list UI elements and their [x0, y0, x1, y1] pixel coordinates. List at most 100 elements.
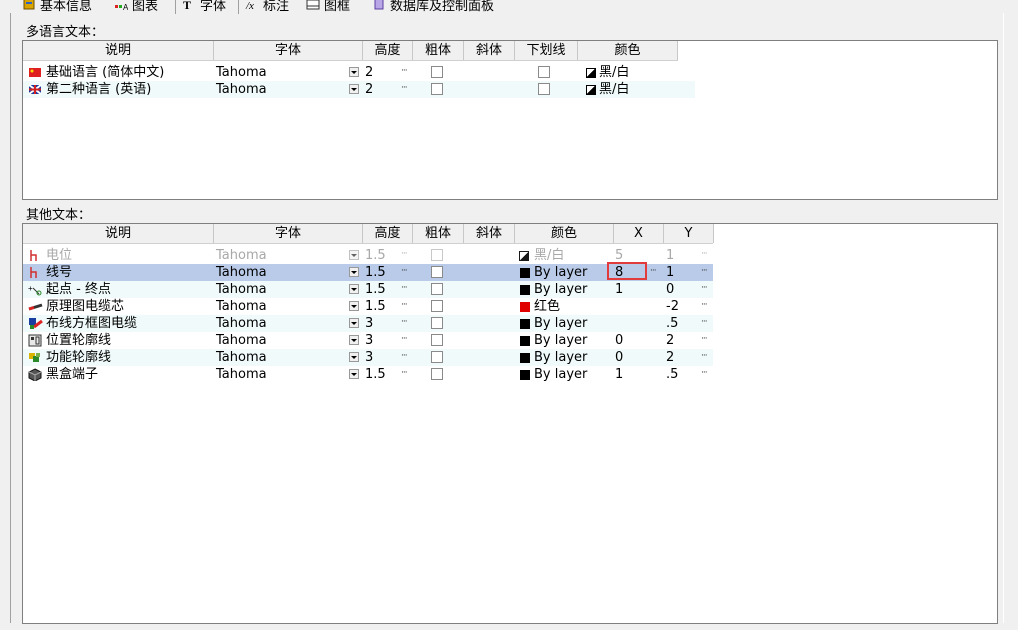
- other-y[interactable]: 1: [666, 247, 674, 264]
- other-font[interactable]: Tahoma: [216, 332, 267, 349]
- font-dropdown-icon[interactable]: [349, 250, 359, 260]
- other-color[interactable]: By layer: [534, 264, 587, 281]
- other-color[interactable]: By layer: [534, 332, 587, 349]
- tab-basic-info[interactable]: 基本信息: [22, 0, 92, 14]
- font-dropdown-icon[interactable]: [349, 335, 359, 345]
- other-color[interactable]: 黑/白: [534, 247, 564, 264]
- col-header-height[interactable]: 高度: [363, 224, 413, 243]
- bold-checkbox[interactable]: [431, 283, 443, 295]
- other-x[interactable]: 0: [615, 332, 623, 349]
- other-x[interactable]: 1: [615, 281, 623, 298]
- font-dropdown-icon[interactable]: [349, 369, 359, 379]
- other-x[interactable]: 1: [615, 366, 623, 383]
- tab-chart[interactable]: A 图表: [114, 0, 158, 14]
- other-font[interactable]: Tahoma: [216, 349, 267, 366]
- tab-frame[interactable]: 图框: [306, 0, 350, 14]
- other-height[interactable]: 3: [365, 349, 373, 366]
- other-height[interactable]: 1.5: [365, 281, 386, 298]
- other-height[interactable]: 1.5: [365, 298, 386, 315]
- ellipsis-icon[interactable]: ···: [401, 64, 408, 78]
- col-header-y[interactable]: Y: [664, 224, 714, 243]
- other-font[interactable]: Tahoma: [216, 281, 267, 298]
- col-header-desc[interactable]: 说明: [23, 224, 214, 243]
- ellipsis-icon[interactable]: ···: [401, 264, 408, 278]
- col-header-italic[interactable]: 斜体: [464, 224, 515, 243]
- tab-font[interactable]: T 字体: [182, 0, 226, 14]
- other-height[interactable]: 1.5: [365, 247, 386, 264]
- other-row[interactable]: 布线方框图电缆 Tahoma 3 ··· By layer .5 ···: [23, 315, 713, 332]
- col-header-font[interactable]: 字体: [214, 41, 363, 60]
- tab-database[interactable]: 数据库及控制面板: [372, 0, 494, 14]
- multilang-height[interactable]: 2: [365, 81, 373, 98]
- font-dropdown-icon[interactable]: [349, 284, 359, 294]
- bold-checkbox[interactable]: [431, 249, 443, 261]
- bold-checkbox[interactable]: [431, 368, 443, 380]
- ellipsis-icon[interactable]: ···: [401, 332, 408, 346]
- multilang-font[interactable]: Tahoma: [216, 81, 267, 98]
- multilang-color[interactable]: 黑/白: [599, 81, 629, 98]
- font-dropdown-icon[interactable]: [349, 67, 359, 77]
- font-dropdown-icon[interactable]: [349, 267, 359, 277]
- col-header-font[interactable]: 字体: [214, 224, 363, 243]
- multilang-color[interactable]: 黑/白: [599, 64, 629, 81]
- multilang-row[interactable]: 基础语言 (简体中文) Tahoma 2 ··· 黑/白: [23, 64, 695, 81]
- col-header-bold[interactable]: 粗体: [413, 224, 464, 243]
- ellipsis-icon[interactable]: ···: [701, 366, 708, 380]
- other-font[interactable]: Tahoma: [216, 247, 267, 264]
- col-header-underline[interactable]: 下划线: [515, 41, 578, 60]
- ellipsis-icon[interactable]: ···: [401, 81, 408, 95]
- multilang-height[interactable]: 2: [365, 64, 373, 81]
- other-color[interactable]: By layer: [534, 281, 587, 298]
- other-color[interactable]: By layer: [534, 349, 587, 366]
- other-y[interactable]: .5: [666, 366, 678, 383]
- other-x[interactable]: 0: [615, 349, 623, 366]
- other-font[interactable]: Tahoma: [216, 264, 267, 281]
- underline-checkbox[interactable]: [538, 83, 550, 95]
- other-color[interactable]: By layer: [534, 366, 587, 383]
- other-row[interactable]: + 起点 - 终点 Tahoma 1.5 ··· By layer 1 0 ··…: [23, 281, 713, 298]
- other-height[interactable]: 1.5: [365, 366, 386, 383]
- ellipsis-icon[interactable]: ···: [701, 298, 708, 312]
- col-header-color[interactable]: 颜色: [515, 224, 614, 243]
- ellipsis-icon[interactable]: ···: [401, 281, 408, 295]
- other-height[interactable]: 3: [365, 332, 373, 349]
- font-dropdown-icon[interactable]: [349, 301, 359, 311]
- bold-checkbox[interactable]: [431, 83, 443, 95]
- other-y[interactable]: -2: [666, 298, 679, 315]
- ellipsis-icon[interactable]: ···: [701, 281, 708, 295]
- other-y[interactable]: .5: [666, 315, 678, 332]
- ellipsis-icon[interactable]: ···: [401, 366, 408, 380]
- bold-checkbox[interactable]: [431, 351, 443, 363]
- ellipsis-icon[interactable]: ···: [401, 315, 408, 329]
- bold-checkbox[interactable]: [431, 334, 443, 346]
- other-row[interactable]: 原理图电缆芯 Tahoma 1.5 ··· 红色 -2 ···: [23, 298, 713, 315]
- other-font[interactable]: Tahoma: [216, 366, 267, 383]
- col-header-color[interactable]: 颜色: [578, 41, 678, 60]
- font-dropdown-icon[interactable]: [349, 84, 359, 94]
- bold-checkbox[interactable]: [431, 66, 443, 78]
- col-header-bold[interactable]: 粗体: [413, 41, 464, 60]
- other-y[interactable]: 0: [666, 281, 674, 298]
- font-dropdown-icon[interactable]: [349, 318, 359, 328]
- ellipsis-icon[interactable]: ···: [401, 349, 408, 363]
- col-header-x[interactable]: X: [614, 224, 664, 243]
- other-y[interactable]: 1: [666, 264, 674, 281]
- ellipsis-icon[interactable]: ···: [701, 264, 708, 278]
- ellipsis-icon[interactable]: ···: [701, 332, 708, 346]
- other-height[interactable]: 3: [365, 315, 373, 332]
- col-header-desc[interactable]: 说明: [23, 41, 214, 60]
- bold-checkbox[interactable]: [431, 317, 443, 329]
- other-y[interactable]: 2: [666, 349, 674, 366]
- ellipsis-icon[interactable]: ···: [650, 264, 657, 278]
- tab-annotation[interactable]: /x 标注: [245, 0, 289, 14]
- col-header-height[interactable]: 高度: [363, 41, 413, 60]
- other-y[interactable]: 2: [666, 332, 674, 349]
- other-text-grid[interactable]: 说明 字体 高度 粗体 斜体 颜色 X Y 电位 Tahoma 1.5 ··· …: [22, 223, 998, 624]
- ellipsis-icon[interactable]: ···: [401, 247, 408, 261]
- ellipsis-icon[interactable]: ···: [701, 349, 708, 363]
- other-color[interactable]: 红色: [534, 298, 560, 315]
- col-header-italic[interactable]: 斜体: [464, 41, 515, 60]
- other-row[interactable]: 位置轮廓线 Tahoma 3 ··· By layer 0 2 ···: [23, 332, 713, 349]
- other-row[interactable]: 功能轮廓线 Tahoma 3 ··· By layer 0 2 ···: [23, 349, 713, 366]
- ellipsis-icon[interactable]: ···: [701, 315, 708, 329]
